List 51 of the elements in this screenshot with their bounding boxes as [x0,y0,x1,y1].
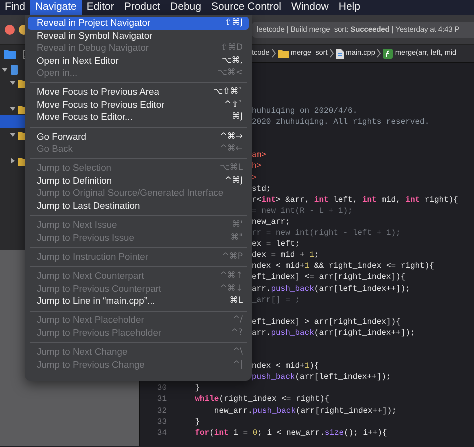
shortcut-text: ⇧⌘D [220,42,243,54]
code-line: ndex < mid+1){ [252,361,320,372]
code-line: std; [252,184,272,195]
code-line: push_back(arr[left_index++]); [252,372,392,384]
code-line: rr = new int(right - left + 1); [252,228,401,240]
code-line: ex = left; [252,239,300,250]
shortcut-text: ^⌘← [220,143,243,156]
shortcut-text: ^/ [233,314,243,327]
shortcut-text: ⌘L [230,295,243,308]
code-line: } [194,383,200,394]
code-line: _arr[] = ; [252,294,300,306]
shortcut-text: ^⌘→ [220,130,243,144]
line-number: 30 [156,383,168,394]
shortcut-text: ^⌘P [222,250,243,264]
shortcut-text: ⌘" [230,232,243,244]
shortcut-text: ⌘J [232,111,243,124]
code-line: while(right_index <= right){ [194,394,330,406]
shortcut-text: ^⌘J [224,174,243,188]
code-line: = new int(R - L + 1); [252,206,353,217]
shortcut-text: ⌥⌘, [222,54,243,67]
line-number: 33 [156,416,168,428]
shortcut-text: ⇧⌘J [224,17,243,30]
shortcut-text: ^| [233,358,243,372]
code-line: new_arr.push_back(arr[right_index++]); [213,406,397,417]
code-line: ndex < mid+1 && right_index <= right){ [252,261,434,272]
code-line: h> [252,161,262,173]
code-line: huhuiqing on 2020/4/6. [252,106,358,118]
shortcut-text: ^? [231,326,243,340]
code-line: 2020 zhuhuiqing. All rights reserved. [252,117,430,128]
shortcut-text: ⌘' [232,219,243,232]
line-number: 32 [156,406,168,417]
shortcut-text: ^\ [233,346,243,359]
code-line: for(int i = 0; i < new_arr.size(); i++){ [194,428,388,439]
code-line: > [252,172,257,184]
code-line: } [194,416,200,428]
shortcut-text: ⌥⇧⌘` [213,86,243,99]
shortcut-text: ^⌘↑ [220,270,243,283]
shortcut-text: ⌥⌘L [220,162,243,175]
line-number: 34 [156,428,168,439]
code-line: r<int> &arr, int left, int mid, int right){ [252,194,458,206]
code-line: dex = mid + 1; [252,250,320,262]
shortcut-text: ^⌘↓ [220,282,243,296]
code-line: eft_index] <= arr[right_index]){ [252,272,406,284]
code-line: new_arr; [252,216,290,228]
shortcut-text: ⌥⌘< [218,67,243,80]
code-line: arr.push_back(arr[left_index++]); [252,284,410,295]
line-number: 31 [156,394,168,406]
code-line: arr.push_back(arr[right_index++]); [252,328,416,339]
shortcut-text: ^⇧` [224,98,243,112]
code-line: eft_index] > arr[right_index]){ [252,316,401,328]
code-line: am> [252,150,266,162]
